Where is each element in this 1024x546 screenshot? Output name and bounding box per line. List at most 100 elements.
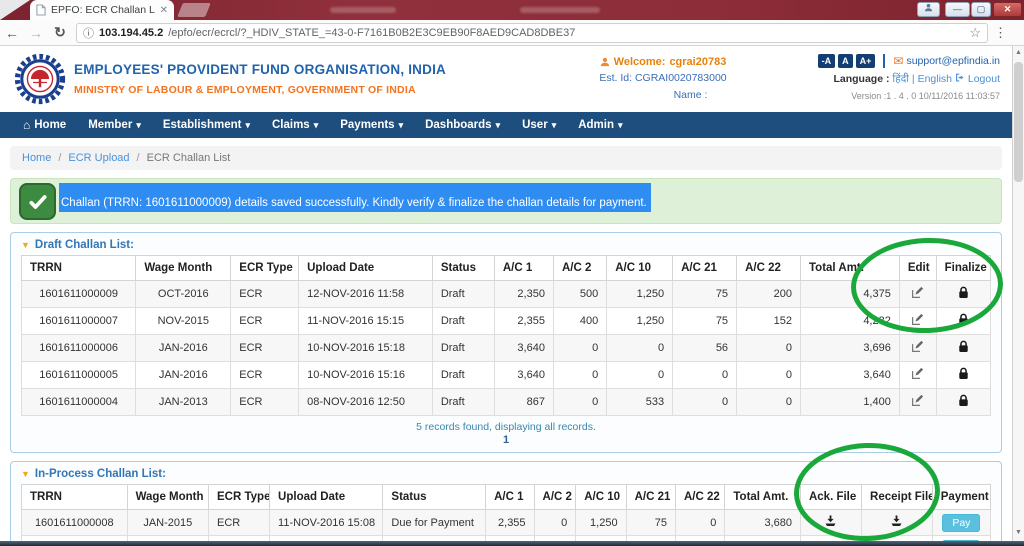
main-nav: ⌂HomeMember▾Establishment▾Claims▾Payment… [0, 112, 1012, 138]
profile-button[interactable] [917, 2, 940, 17]
welcome-block: Welcome: cgrai20783 Est. Id: CGRAI002078… [588, 56, 738, 101]
maximize-button[interactable]: ▢ [971, 2, 991, 17]
font-increase-button[interactable]: A+ [856, 54, 876, 68]
scrollbar-thumb[interactable] [1014, 62, 1023, 182]
table-row: 1601611000007NOV-2015ECR11-NOV-2016 15:1… [22, 308, 991, 335]
forward-button[interactable]: → [24, 25, 48, 41]
edit-icon[interactable] [911, 367, 924, 380]
success-alert: Challan (TRRN: 1601611000009) details sa… [10, 178, 1002, 224]
page-info-icon[interactable]: ⓘ [83, 25, 94, 41]
nav-item-label: Claims [272, 119, 310, 131]
table-cell: 400 [553, 308, 606, 335]
titlebar-text-smudge [520, 7, 600, 13]
draft-challan-panel: ▼Draft Challan List: TRRNWage MonthECR T… [10, 232, 1002, 453]
table-cell: Draft [432, 335, 494, 362]
table-cell: 3,640 [494, 362, 553, 389]
table-cell: 533 [607, 389, 673, 416]
edit-icon[interactable] [911, 394, 924, 407]
font-normal-button[interactable]: A [838, 54, 853, 68]
bookmark-star-icon[interactable]: ☆ [969, 25, 981, 41]
nav-item-label: Home [34, 119, 66, 131]
close-button[interactable]: ✕ [993, 2, 1022, 17]
column-header: A/C 22 [675, 485, 724, 510]
table-cell: 0 [737, 389, 801, 416]
breadcrumb-ecr-upload-link[interactable]: ECR Upload [68, 152, 129, 164]
font-decrease-button[interactable]: -A [818, 54, 836, 68]
edit-icon[interactable] [911, 340, 924, 353]
address-bar[interactable]: ⓘ 103.194.45.2 /epfo/ecr/ecrcl/?_HDIV_ST… [76, 23, 988, 43]
breadcrumb-home-link[interactable]: Home [22, 152, 51, 164]
language-english-link[interactable]: English [918, 73, 952, 85]
table-cell: 0 [675, 510, 724, 536]
tab-close-icon[interactable]: ✕ [160, 5, 168, 16]
finalize-lock-icon[interactable] [958, 367, 969, 380]
table-cell: ECR [209, 510, 270, 536]
chevron-down-icon: ▾ [399, 120, 404, 131]
titlebar-text-smudge [330, 7, 396, 13]
table-cell: 10-NOV-2016 15:18 [299, 335, 433, 362]
table-cell: 1601611000009 [22, 281, 136, 308]
table-cell: 0 [607, 362, 673, 389]
table-row: 1601611000004JAN-2013ECR08-NOV-2016 12:5… [22, 389, 991, 416]
column-header: A/C 1 [494, 256, 553, 281]
pay-button[interactable]: Pay [942, 514, 980, 532]
new-tab-button[interactable] [177, 3, 211, 17]
table-cell: 3,640 [801, 362, 900, 389]
minimize-button[interactable]: — [945, 2, 970, 17]
welcome-label: Welcome: [614, 56, 666, 68]
language-hindi-link[interactable]: हिंदी [892, 73, 909, 85]
table-cell: 56 [673, 335, 737, 362]
nav-item-payments[interactable]: Payments▾ [329, 112, 414, 138]
action-cell [936, 389, 990, 416]
browser-menu-icon[interactable]: ⋮ [994, 25, 1007, 41]
nav-item-label: User [522, 119, 548, 131]
draft-challan-table: TRRNWage MonthECR TypeUpload DateStatusA… [21, 255, 991, 416]
language-label: Language : [833, 73, 889, 85]
nav-item-admin[interactable]: Admin▾ [567, 112, 633, 138]
back-button[interactable]: ← [0, 25, 24, 41]
table-cell: JAN-2016 [136, 335, 231, 362]
table-row: 1601611000006JAN-2016ECR10-NOV-2016 15:1… [22, 335, 991, 362]
nav-item-establishment[interactable]: Establishment▾ [152, 112, 261, 138]
url-host: 103.194.45.2 [99, 27, 163, 39]
support-email-link[interactable]: support@epfindia.in [906, 55, 1000, 67]
nav-item-member[interactable]: Member▾ [77, 112, 152, 138]
reload-button[interactable]: ↻ [48, 24, 72, 41]
column-header: Upload Date [270, 485, 383, 510]
table-cell: 11-NOV-2016 15:15 [299, 308, 433, 335]
table-cell: 2,355 [486, 510, 534, 536]
nav-item-dashboards[interactable]: Dashboards▾ [414, 112, 511, 138]
url-path: /epfo/ecr/ecrcl/?_HDIV_STATE_=43-0-F7161… [168, 27, 964, 39]
table-cell: 0 [737, 362, 801, 389]
logout-link[interactable]: Logout [968, 73, 1000, 85]
window-corner-decoration [0, 0, 30, 20]
finalize-lock-icon[interactable] [958, 340, 969, 353]
column-header: Status [432, 256, 494, 281]
table-cell: 75 [626, 510, 675, 536]
nav-item-user[interactable]: User ▾ [511, 112, 567, 138]
table-cell: ECR [231, 308, 299, 335]
table-cell: 11-NOV-2016 15:08 [270, 510, 383, 536]
browser-tab[interactable]: EPFO: ECR Challan List ✕ [30, 0, 174, 20]
page-scrollbar[interactable]: ▲ ▼ [1012, 46, 1024, 546]
action-cell [936, 362, 990, 389]
version-text: Version :1 . 4 . 0 10/11/2016 11:03:57 [818, 91, 1000, 101]
action-cell [936, 335, 990, 362]
chevron-down-icon: ▾ [552, 120, 557, 131]
nav-item-claims[interactable]: Claims▾ [261, 112, 329, 138]
table-cell: 0 [673, 389, 737, 416]
home-icon: ⌂ [23, 118, 30, 132]
column-header: Payment [932, 485, 990, 510]
draft-panel-title[interactable]: ▼Draft Challan List: [11, 237, 1001, 255]
table-cell: 1601611000006 [22, 335, 136, 362]
finalize-lock-icon[interactable] [958, 394, 969, 407]
column-header: A/C 10 [576, 485, 626, 510]
column-header: Total Amt. [725, 485, 801, 510]
browser-titlebar: EPFO: ECR Challan List ✕ — ▢ ✕ [0, 0, 1024, 20]
scroll-down-icon[interactable]: ▼ [1013, 529, 1024, 536]
column-header: ECR Type [231, 256, 299, 281]
scroll-up-icon[interactable]: ▲ [1013, 49, 1024, 56]
nav-item-home[interactable]: ⌂ Home [12, 112, 77, 138]
org-name: EMPLOYEES' PROVIDENT FUND ORGANISATION, … [74, 62, 446, 77]
window-bottom-edge [0, 541, 1024, 546]
